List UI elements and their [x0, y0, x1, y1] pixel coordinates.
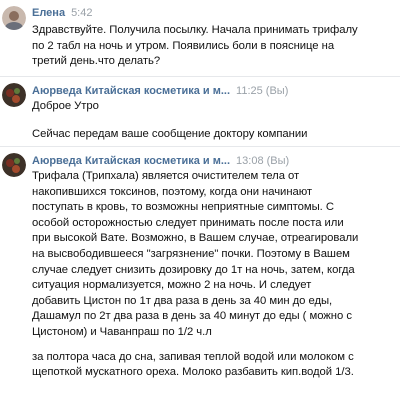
avatar-ayurveda[interactable]: [2, 153, 26, 177]
message-time: 13:08 (Вы): [236, 155, 290, 167]
message-header: Елена 5:42: [32, 7, 92, 19]
message-header: Аюрведа Китайская косметика и м... 11:25 …: [32, 85, 288, 97]
message-text: Трифала (Трипхала) является очистителем …: [32, 169, 362, 381]
message-ayurveda-1: Аюрведа Китайская косметика и м... 11:25 …: [0, 80, 400, 142]
message-paragraph: Сейчас передам ваше сообщение доктору ко…: [32, 127, 308, 140]
avatar-elena[interactable]: [2, 6, 26, 30]
message-time: 11:25 (Вы): [236, 85, 289, 97]
message-divider: [0, 76, 400, 77]
message-time: 5:42: [71, 7, 93, 19]
author-name[interactable]: Аюрведа Китайская косметика и м...: [32, 85, 230, 97]
message-header: Аюрведа Китайская косметика и м... 13:08 …: [32, 155, 289, 167]
message-paragraph: за полтора часа до сна, запивая теплой в…: [32, 350, 354, 379]
message-text: Доброе Утро Сейчас передам ваше сообщени…: [32, 99, 362, 142]
message-divider: [0, 146, 400, 147]
message-elena: Елена 5:42 Здравствуйте. Получила посылку…: [0, 0, 400, 72]
message-ayurveda-2: Аюрведа Китайская косметика и м... 13:08 …: [0, 150, 400, 400]
message-paragraph: Трифала (Трипхала) является очистителем …: [32, 170, 359, 338]
author-name[interactable]: Елена: [32, 7, 65, 19]
message-paragraph: Доброе Утро: [32, 100, 99, 112]
message-paragraph: Здравствуйте. Получила посылку. Начала п…: [32, 24, 358, 68]
author-name[interactable]: Аюрведа Китайская косметика и м...: [32, 155, 230, 167]
avatar-ayurveda[interactable]: [2, 83, 26, 107]
message-text: Здравствуйте. Получила посылку. Начала п…: [32, 23, 362, 70]
